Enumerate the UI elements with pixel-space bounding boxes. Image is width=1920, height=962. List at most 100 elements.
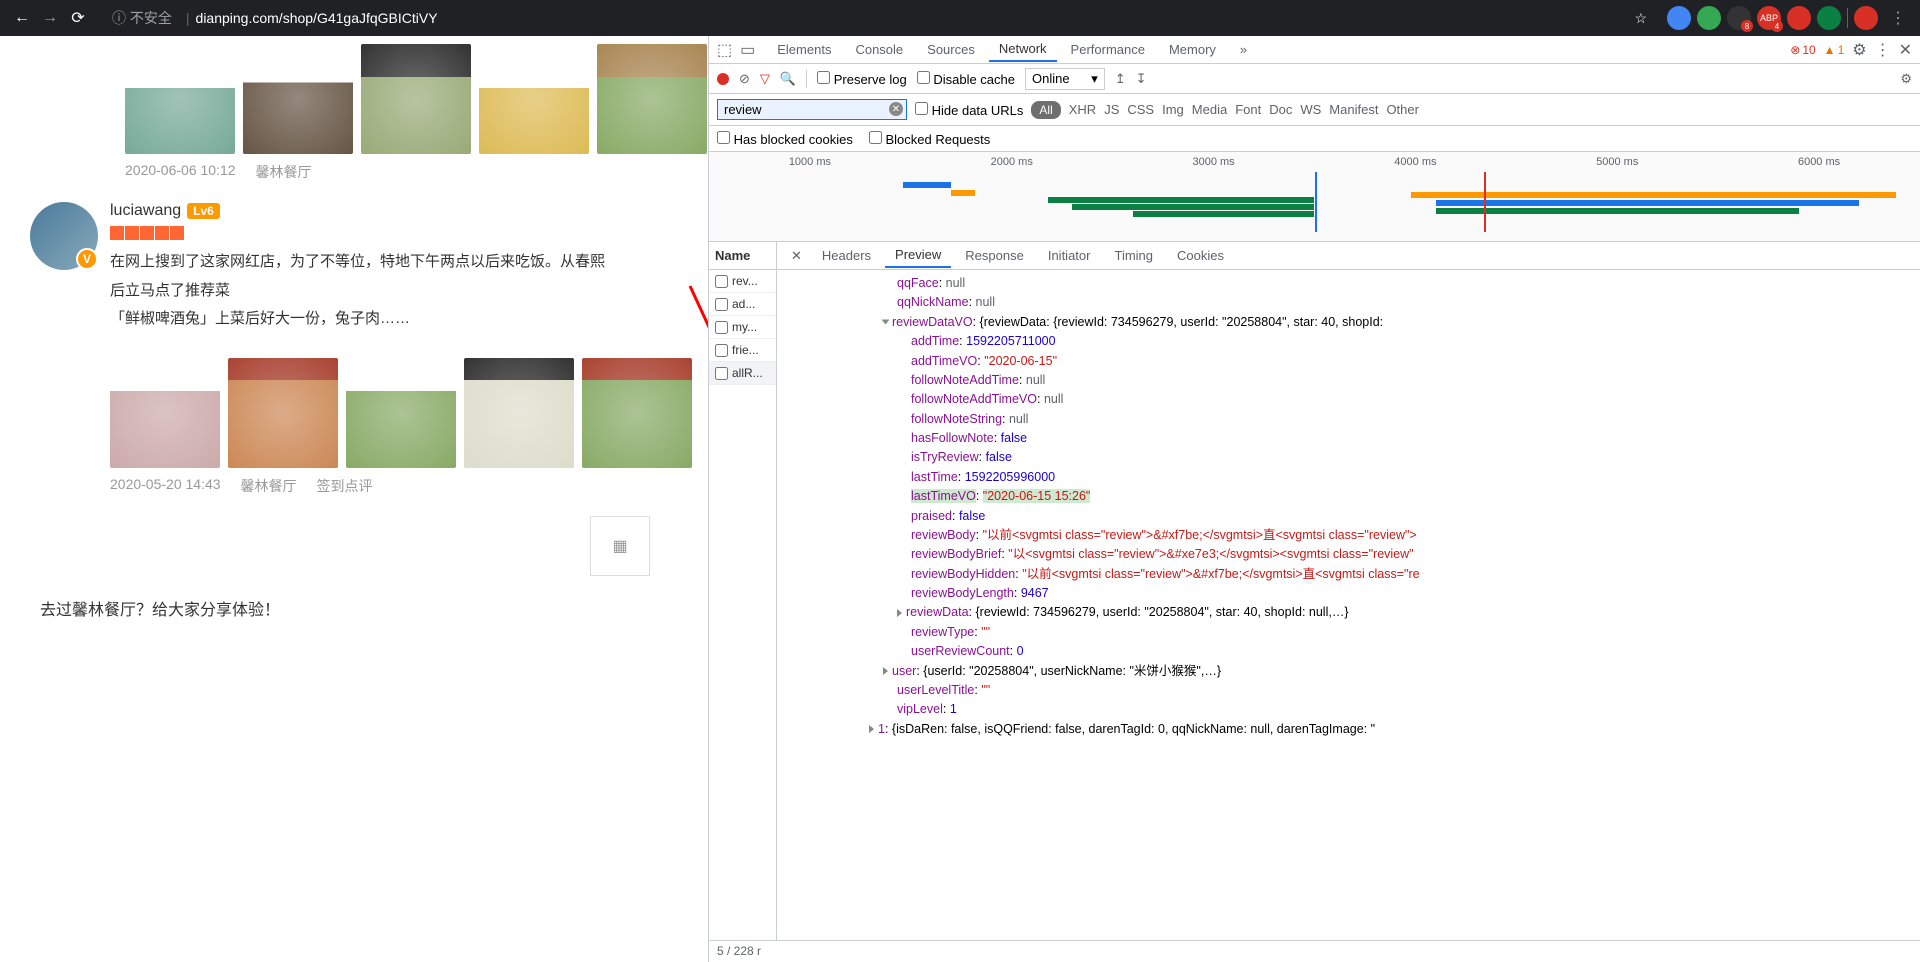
device-icon[interactable]: ▭ bbox=[740, 40, 755, 60]
request-row[interactable]: my... bbox=[709, 316, 776, 339]
food-photo[interactable] bbox=[597, 44, 707, 154]
gear-icon[interactable]: ⚙ bbox=[1852, 40, 1866, 60]
level-badge: Lv6 bbox=[187, 203, 220, 219]
preserve-log-checkbox[interactable]: Preserve log bbox=[817, 71, 907, 87]
rating-stars bbox=[110, 226, 708, 240]
food-photo[interactable] bbox=[479, 44, 589, 154]
food-photo[interactable] bbox=[228, 358, 338, 468]
detail-tab-cookies[interactable]: Cookies bbox=[1167, 244, 1234, 267]
blocked-requests-checkbox[interactable]: Blocked Requests bbox=[869, 131, 990, 147]
ext-icon[interactable]: 8 bbox=[1727, 6, 1751, 30]
gear-icon[interactable]: ⚙ bbox=[1900, 71, 1912, 87]
ext-icon[interactable] bbox=[1697, 6, 1721, 30]
food-photo[interactable] bbox=[125, 44, 235, 154]
food-photo[interactable] bbox=[346, 358, 456, 468]
adblock-icon[interactable]: ABP4 bbox=[1757, 6, 1781, 30]
filter-type-js[interactable]: JS bbox=[1104, 102, 1119, 117]
ext-icon[interactable] bbox=[1667, 6, 1691, 30]
warning-count[interactable]: ▲ 1 bbox=[1824, 43, 1845, 57]
menu-icon[interactable]: ⋮ bbox=[1884, 4, 1912, 32]
filter-type-img[interactable]: Img bbox=[1162, 102, 1184, 117]
tab-more[interactable]: » bbox=[1230, 38, 1257, 61]
insecure-label: ⓘ 不安全 bbox=[112, 8, 172, 28]
record-button[interactable] bbox=[717, 73, 729, 85]
detail-tab-preview[interactable]: Preview bbox=[885, 243, 951, 268]
network-status: 5 / 228 r bbox=[709, 940, 1920, 962]
tab-console[interactable]: Console bbox=[845, 38, 913, 61]
webpage-content: 2020-06-06 10:12 馨林餐厅 V luciawang Lv6 在网… bbox=[0, 36, 708, 962]
menu-icon[interactable]: ⋮ bbox=[1875, 40, 1891, 60]
request-detail: ✕ Headers Preview Response Initiator Tim… bbox=[777, 242, 1920, 940]
search-icon[interactable]: 🔍 bbox=[780, 71, 796, 87]
name-column-header[interactable]: Name bbox=[709, 242, 776, 270]
tab-network[interactable]: Network bbox=[989, 37, 1057, 62]
blocked-cookies-checkbox[interactable]: Has blocked cookies bbox=[717, 131, 853, 147]
verified-badge: V bbox=[76, 248, 98, 270]
request-row[interactable]: ad... bbox=[709, 293, 776, 316]
user-avatar[interactable]: V bbox=[30, 202, 98, 270]
error-count[interactable]: ⊗ 10 bbox=[1790, 43, 1815, 57]
request-row[interactable]: rev... bbox=[709, 270, 776, 293]
filter-type-doc[interactable]: Doc bbox=[1269, 102, 1292, 117]
food-photo[interactable] bbox=[110, 358, 220, 468]
filter-icon[interactable]: ▽ bbox=[760, 71, 770, 87]
review-restaurant[interactable]: 馨林餐厅 bbox=[256, 162, 312, 182]
filter-type-css[interactable]: CSS bbox=[1127, 102, 1154, 117]
filter-type-font[interactable]: Font bbox=[1235, 102, 1261, 117]
username[interactable]: luciawang Lv6 bbox=[110, 202, 708, 220]
review-sign: 签到点评 bbox=[317, 476, 373, 496]
close-detail-icon[interactable]: ✕ bbox=[785, 244, 808, 268]
devtools-panel: ⬚ ▭ Elements Console Sources Network Per… bbox=[708, 36, 1920, 962]
filter-type-manifest[interactable]: Manifest bbox=[1329, 102, 1378, 117]
detail-tab-timing[interactable]: Timing bbox=[1104, 244, 1163, 267]
clear-icon[interactable]: ⊘ bbox=[739, 71, 750, 87]
food-photo[interactable] bbox=[582, 358, 692, 468]
request-row[interactable]: frie... bbox=[709, 339, 776, 362]
tab-sources[interactable]: Sources bbox=[917, 38, 985, 61]
filter-type-ws[interactable]: WS bbox=[1300, 102, 1321, 117]
address-bar[interactable]: ⓘ 不安全 | dianping.com/shop/G41gaJfqGBICti… bbox=[100, 4, 1659, 32]
tab-elements[interactable]: Elements bbox=[767, 38, 841, 61]
hide-urls-checkbox[interactable]: Hide data URLs bbox=[915, 102, 1023, 118]
share-prompt: 去过馨林餐厅？给大家分享体验！ bbox=[10, 576, 708, 620]
forward-button[interactable]: → bbox=[36, 4, 64, 32]
network-timeline[interactable]: 1000 ms 2000 ms 3000 ms 4000 ms 5000 ms … bbox=[709, 152, 1920, 242]
request-list: Name rev... ad... my... frie... allR... bbox=[709, 242, 777, 940]
network-toolbar: ⊘ ▽ 🔍 Preserve log Disable cache Online … bbox=[709, 64, 1920, 94]
reload-button[interactable]: ⟳ bbox=[64, 4, 92, 32]
inspect-icon[interactable]: ⬚ bbox=[717, 40, 732, 60]
ext-icon[interactable] bbox=[1817, 6, 1841, 30]
detail-tab-headers[interactable]: Headers bbox=[812, 244, 881, 267]
close-icon[interactable]: ✕ bbox=[1899, 40, 1912, 60]
browser-toolbar: ← → ⟳ ⓘ 不安全 | dianping.com/shop/G41gaJfq… bbox=[0, 0, 1920, 36]
ext-icon[interactable] bbox=[1787, 6, 1811, 30]
review-restaurant[interactable]: 馨林餐厅 bbox=[241, 476, 297, 496]
detail-tab-initiator[interactable]: Initiator bbox=[1038, 244, 1101, 267]
filter-type-media[interactable]: Media bbox=[1192, 102, 1227, 117]
food-photo[interactable] bbox=[243, 44, 353, 154]
upload-icon[interactable]: ↥ bbox=[1115, 71, 1126, 87]
throttling-select[interactable]: Online ▾ bbox=[1025, 68, 1105, 90]
detail-tab-response[interactable]: Response bbox=[955, 244, 1034, 267]
filter-input[interactable] bbox=[717, 99, 907, 120]
food-photo[interactable] bbox=[464, 358, 574, 468]
star-icon[interactable]: ☆ bbox=[1634, 10, 1647, 27]
qr-code[interactable]: ▦ bbox=[590, 516, 650, 576]
filter-type-xhr[interactable]: XHR bbox=[1069, 102, 1096, 117]
filter-type-other[interactable]: Other bbox=[1386, 102, 1419, 117]
review-date: 2020-05-20 14:43 bbox=[110, 476, 221, 496]
filter-type-all[interactable]: All bbox=[1031, 101, 1060, 119]
food-photo[interactable] bbox=[361, 44, 471, 154]
tab-performance[interactable]: Performance bbox=[1061, 38, 1155, 61]
request-row[interactable]: allR... bbox=[709, 362, 776, 385]
cookies-filter-bar: Has blocked cookies Blocked Requests bbox=[709, 126, 1920, 152]
profile-icon[interactable] bbox=[1854, 6, 1878, 30]
download-icon[interactable]: ↧ bbox=[1136, 71, 1147, 87]
url-text: dianping.com/shop/G41gaJfqGBICtiVY bbox=[196, 10, 438, 26]
devtools-tabs: ⬚ ▭ Elements Console Sources Network Per… bbox=[709, 36, 1920, 64]
disable-cache-checkbox[interactable]: Disable cache bbox=[917, 71, 1015, 87]
tab-memory[interactable]: Memory bbox=[1159, 38, 1226, 61]
preview-json[interactable]: qqFace: null qqNickName: null reviewData… bbox=[777, 270, 1920, 940]
clear-filter-icon[interactable]: ✕ bbox=[889, 102, 903, 116]
back-button[interactable]: ← bbox=[8, 4, 36, 32]
